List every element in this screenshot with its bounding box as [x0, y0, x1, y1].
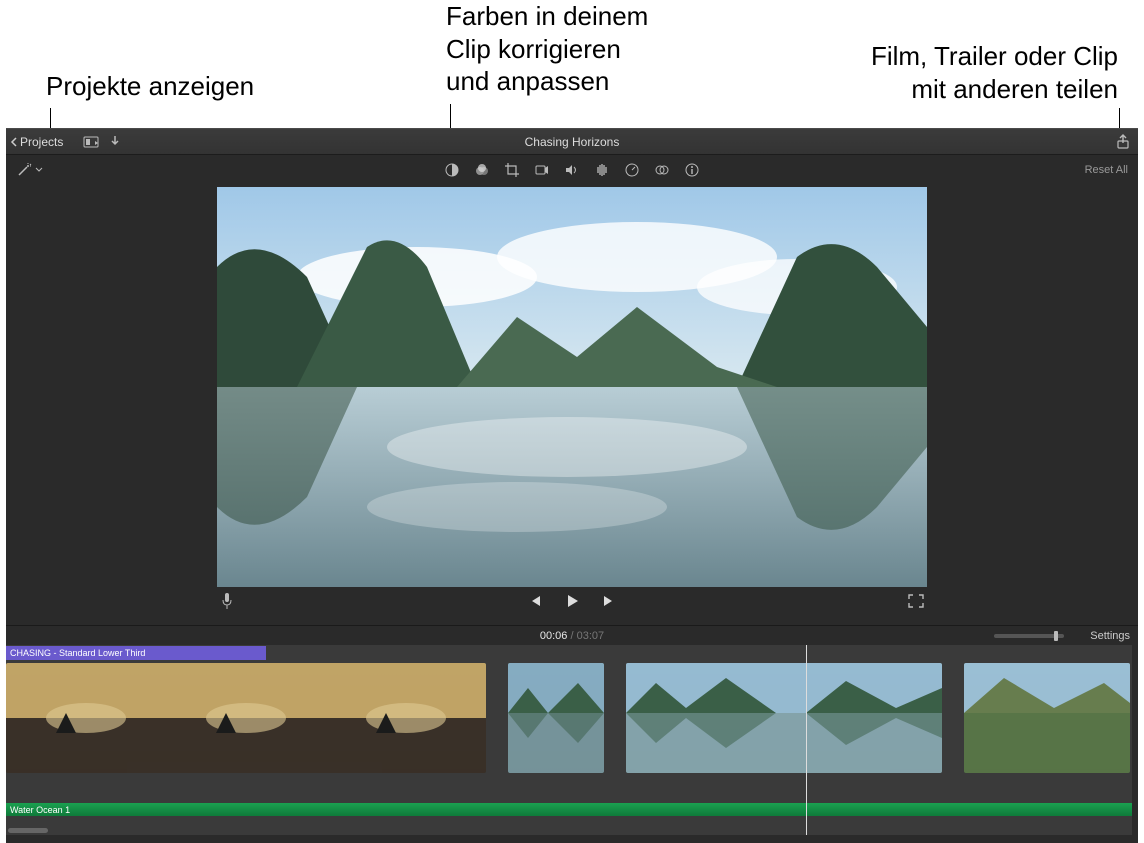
camera-icon [534, 162, 550, 178]
projects-back-button[interactable]: Projects [6, 129, 71, 154]
viewer-area [6, 185, 1138, 625]
time-display: 00:06 / 03:07 [540, 630, 604, 642]
callout-projects-label: Projekte anzeigen [46, 70, 254, 103]
audio-clip[interactable]: Water Ocean 1 [6, 803, 1138, 816]
enhance-button[interactable] [16, 162, 43, 178]
microphone-icon [220, 592, 234, 610]
import-button[interactable] [103, 129, 127, 155]
wand-icon [16, 162, 32, 178]
timeline[interactable]: CHASING - Standard Lower Third ▶◀ ▶◀ ▶◀ … [6, 645, 1138, 835]
preview-viewer[interactable] [217, 187, 927, 587]
timeline-right-edge [1132, 645, 1138, 835]
previous-button[interactable] [527, 593, 543, 614]
next-icon [601, 593, 617, 609]
volume-icon [564, 162, 580, 178]
color-correction-button[interactable] [474, 162, 490, 178]
fullscreen-button[interactable] [908, 594, 924, 613]
zoom-slider[interactable] [994, 634, 1064, 638]
play-button[interactable] [563, 592, 581, 615]
voiceover-button[interactable] [220, 592, 234, 615]
total-time: 03:07 [577, 630, 605, 642]
horizontal-scrollbar[interactable] [8, 828, 48, 833]
info-button[interactable] [684, 162, 700, 178]
filter-icon [654, 162, 670, 178]
info-icon [684, 162, 700, 178]
landscape-preview-image [217, 187, 927, 587]
timeline-settings-button[interactable]: Settings [1090, 630, 1130, 642]
speed-button[interactable] [624, 162, 640, 178]
fullscreen-icon [908, 594, 924, 608]
color-wheel-icon [474, 162, 490, 178]
reset-all-button[interactable]: Reset All [1085, 164, 1128, 176]
playhead[interactable] [806, 645, 807, 835]
stabilization-button[interactable] [534, 162, 550, 178]
titlebar: Projects Chasing Horizons [6, 129, 1138, 155]
share-icon [1116, 134, 1130, 150]
color-balance-button[interactable] [444, 162, 460, 178]
clip-filter-button[interactable] [654, 162, 670, 178]
projects-label: Projects [20, 135, 63, 149]
media-library-button[interactable] [79, 129, 103, 155]
callout-color-label: Farben in deinem Clip korrigieren und an… [446, 0, 648, 98]
crop-button[interactable] [504, 162, 520, 178]
transport-bar [6, 587, 1138, 619]
volume-button[interactable] [564, 162, 580, 178]
noise-reduction-button[interactable] [594, 162, 610, 178]
video-clip-2[interactable]: ▶◀ [508, 663, 604, 773]
adjust-toolbar: Reset All [6, 155, 1138, 185]
color-balance-icon [444, 162, 460, 178]
title-clip[interactable]: CHASING - Standard Lower Third [6, 646, 266, 660]
app-window: Projects Chasing Horizons Res [6, 128, 1138, 843]
clip-row: ▶◀ ▶◀ ▶◀ [6, 663, 1138, 773]
crop-icon [504, 162, 520, 178]
project-title: Chasing Horizons [525, 135, 620, 149]
previous-icon [527, 593, 543, 609]
share-button[interactable] [1116, 129, 1130, 155]
timeline-header: 00:06 / 03:07 Settings [6, 625, 1138, 645]
speedometer-icon [624, 162, 640, 178]
adjust-icons-row [444, 162, 700, 178]
play-icon [563, 592, 581, 610]
video-clip-1[interactable]: ▶◀ [6, 663, 486, 773]
equalizer-icon [594, 162, 610, 178]
chevron-left-icon [10, 137, 18, 147]
chevron-down-icon [35, 167, 43, 173]
current-time: 00:06 [540, 630, 568, 642]
callout-share-label: Film, Trailer oder Clip mit anderen teil… [871, 40, 1118, 105]
video-clip-4[interactable] [964, 663, 1130, 773]
video-clip-3[interactable]: ▶◀ [626, 663, 942, 773]
time-separator: / [567, 630, 576, 642]
next-button[interactable] [601, 593, 617, 614]
